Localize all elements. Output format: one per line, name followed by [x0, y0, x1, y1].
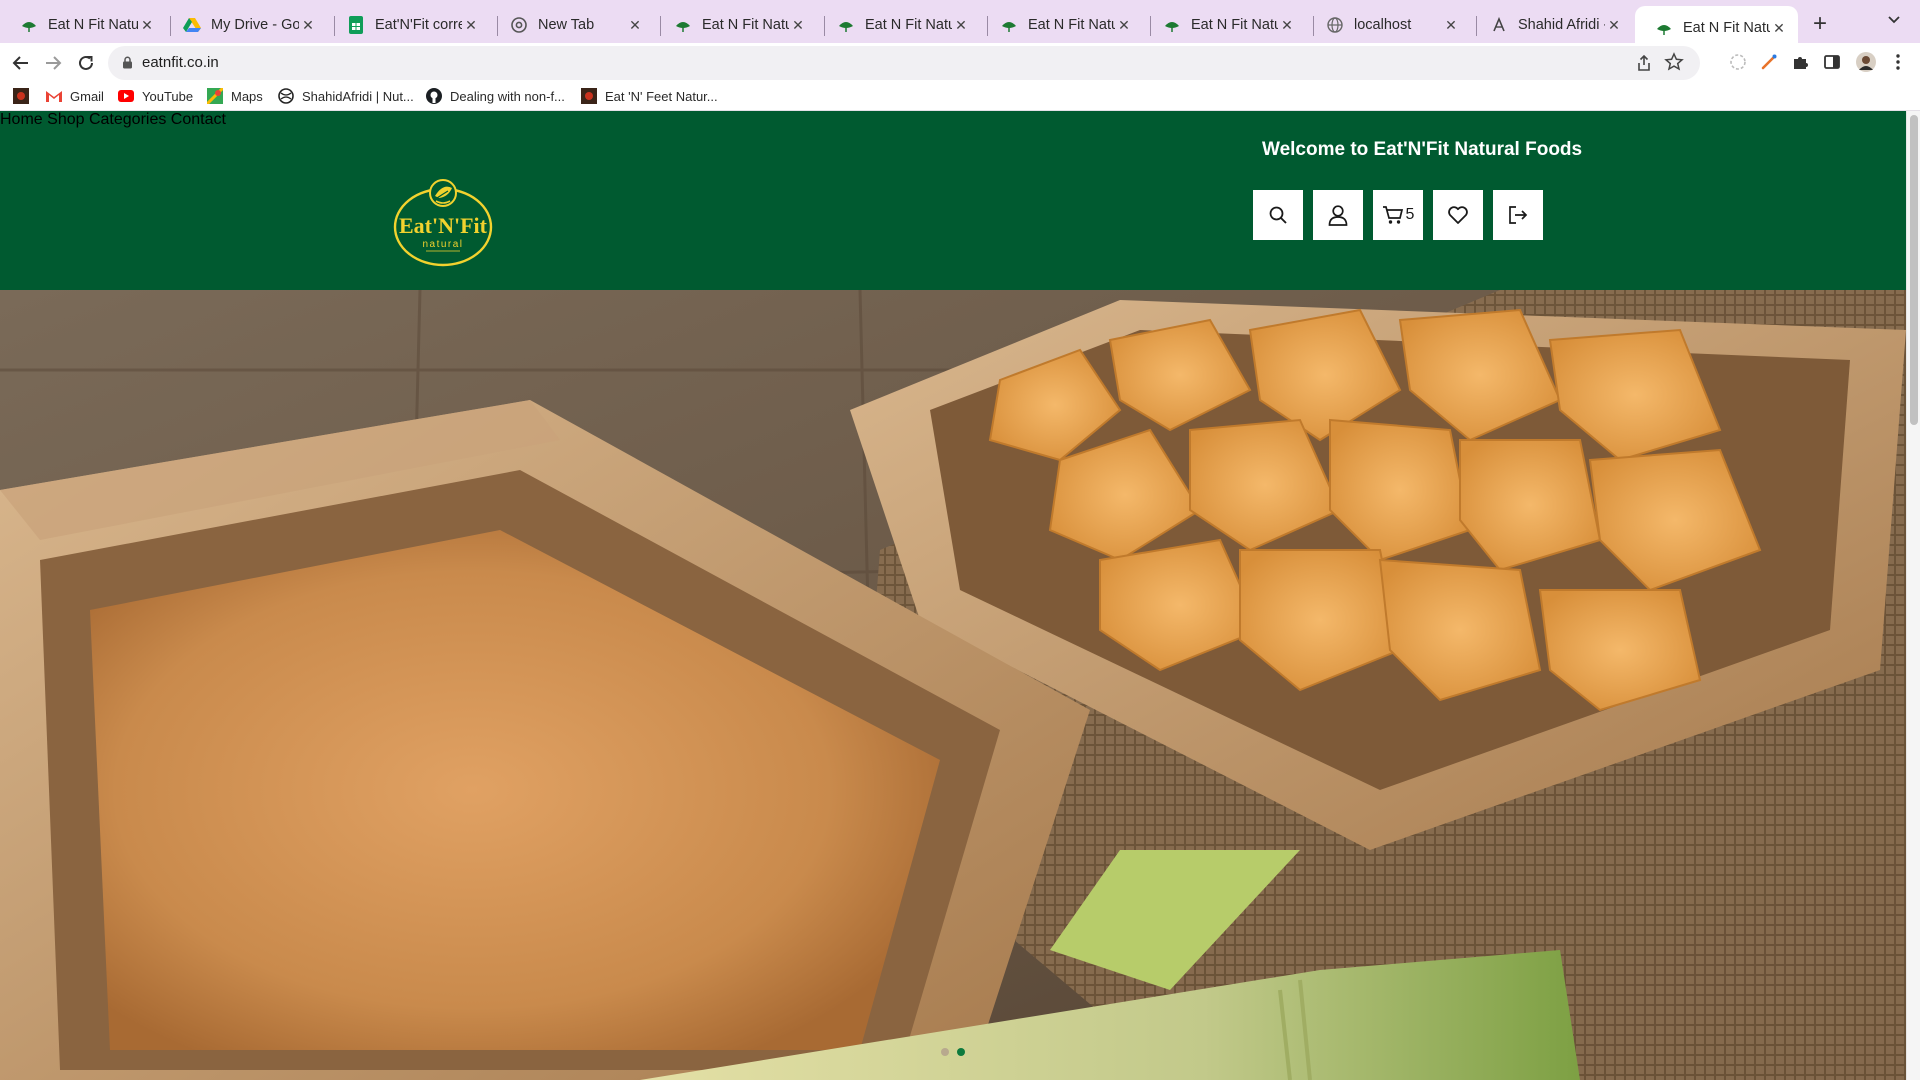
tab-eatnfit-4[interactable]: Eat N Fit Naturals ✕ [980, 8, 1143, 42]
back-button[interactable] [8, 50, 34, 76]
forward-button[interactable] [40, 50, 66, 76]
scrollbar-thumb[interactable] [1910, 115, 1918, 425]
color-picker-extension-icon[interactable] [1759, 52, 1779, 72]
cart-button[interactable]: 5 [1373, 190, 1423, 240]
page-scrollbar[interactable] [1906, 111, 1920, 1080]
leaf-icon [1163, 16, 1181, 34]
reload-button[interactable] [73, 50, 99, 76]
bookmark-star-icon[interactable] [1664, 52, 1684, 77]
welcome-message: Welcome to Eat'N'Fit Natural Foods [1262, 139, 1583, 160]
logout-button[interactable] [1493, 190, 1543, 240]
nav-home[interactable]: Home [0, 111, 43, 128]
tab-localhost[interactable]: localhost ✕ [1306, 8, 1470, 42]
tab-search-button[interactable] [1882, 12, 1906, 36]
tab-eatnfit-5[interactable]: Eat N Fit Naturals ✕ [1143, 8, 1306, 42]
bookmark-youtube[interactable]: YouTube [118, 86, 193, 106]
tab-close-icon[interactable]: ✕ [1770, 20, 1788, 37]
youtube-icon [118, 88, 134, 104]
site-header: Welcome to Eat'N'Fit Natural Foods Eat'N… [0, 111, 1906, 290]
hero-slider [0, 290, 1906, 1080]
slider-dots [941, 1048, 965, 1056]
cart-icon [1382, 206, 1403, 224]
bookmark-eatnfit-square[interactable] [13, 86, 37, 106]
lock-icon[interactable] [122, 56, 133, 74]
google-drive-icon [183, 16, 201, 34]
leaf-icon [837, 16, 855, 34]
reload-icon [79, 55, 93, 70]
user-icon [1328, 205, 1348, 226]
tab-new-tab[interactable]: New Tab ✕ [490, 8, 654, 42]
bookmark-shahidafridi[interactable]: ShahidAfridi | Nut... [278, 86, 414, 106]
browser-toolbar: eatnfit.co.in [0, 43, 1920, 82]
share-icon[interactable] [1636, 54, 1652, 77]
tab-eatnfit-2[interactable]: Eat N Fit Naturals ✕ [654, 8, 817, 42]
slider-dot-1[interactable] [941, 1048, 949, 1056]
address-bar[interactable]: eatnfit.co.in [108, 46, 1700, 80]
bookmark-github[interactable]: Dealing with non-f... [426, 86, 565, 106]
nav-categories[interactable]: Categories [89, 111, 166, 128]
search-icon [1269, 206, 1287, 224]
leaf-icon [674, 16, 692, 34]
maps-icon [207, 88, 223, 104]
side-panel-icon[interactable] [1822, 52, 1842, 72]
bookmark-eatnfeet[interactable]: Eat 'N' Feet Natur... [581, 86, 718, 106]
tab-shahid-afridi[interactable]: Shahid Afridi - Portfolio ✕ [1470, 8, 1633, 42]
wishlist-button[interactable] [1433, 190, 1483, 240]
tab-close-icon[interactable]: ✕ [1115, 17, 1133, 34]
globe-icon [1326, 16, 1344, 34]
leaf-icon [1655, 19, 1673, 37]
signature-icon [1490, 16, 1508, 34]
hero-image-jaggery [0, 290, 1906, 1080]
tab-close-icon[interactable]: ✕ [1442, 17, 1460, 34]
bookmarks-bar: Gmail YouTube Maps ShahidAfridi | Nut...… [0, 82, 1920, 111]
bookmark-gmail[interactable]: Gmail [46, 86, 104, 106]
webpage: Welcome to Eat'N'Fit Natural Foods Eat'N… [0, 111, 1906, 1080]
chrome-icon [510, 16, 528, 34]
extension-loader-icon[interactable] [1728, 52, 1748, 72]
extensions-puzzle-icon[interactable] [1790, 52, 1810, 72]
github-icon [426, 88, 442, 104]
tab-sheets-correction[interactable]: Eat'N'Fit correction ✕ [327, 8, 490, 42]
tab-close-icon[interactable]: ✕ [299, 17, 317, 34]
account-button[interactable] [1313, 190, 1363, 240]
tab-close-icon[interactable]: ✕ [789, 17, 807, 34]
leaf-icon [20, 16, 38, 34]
back-arrow-icon [12, 56, 28, 70]
browser-menu-icon[interactable] [1888, 52, 1908, 72]
tab-eatnfit-1[interactable]: Eat N Fit Naturals ✕ [0, 8, 166, 42]
new-tab-button[interactable]: + [1806, 10, 1834, 38]
tab-close-icon[interactable]: ✕ [138, 17, 156, 34]
tab-close-icon[interactable]: ✕ [1278, 17, 1296, 34]
tab-close-icon[interactable]: ✕ [952, 17, 970, 34]
forward-arrow-icon [46, 56, 62, 70]
logo-brand-text: Eat'N'Fit [399, 213, 488, 238]
eatnfit-bookmark-icon [581, 88, 597, 104]
nav-shop[interactable]: Shop [47, 111, 84, 128]
heart-icon [1448, 206, 1468, 224]
globe-dark-icon [278, 88, 294, 104]
tab-close-icon[interactable]: ✕ [626, 17, 644, 34]
logo-sub-text: natural [422, 239, 463, 250]
tab-close-icon[interactable]: ✕ [462, 17, 480, 34]
sheets-icon [347, 16, 365, 34]
url-text[interactable]: eatnfit.co.in [142, 54, 219, 71]
tab-google-drive[interactable]: My Drive - Google Drive ✕ [163, 8, 327, 42]
search-button[interactable] [1253, 190, 1303, 240]
nav-contact[interactable]: Contact [171, 111, 226, 128]
cart-count-badge: 5 [1405, 206, 1415, 223]
slider-dot-2-active[interactable] [957, 1048, 965, 1056]
leaf-icon [1000, 16, 1018, 34]
site-logo[interactable]: Eat'N'Fit natural [392, 179, 494, 267]
bookmark-maps[interactable]: Maps [207, 86, 263, 106]
eatnfit-bookmark-icon [13, 88, 29, 104]
tab-eatnfit-3[interactable]: Eat N Fit Naturals ✕ [817, 8, 980, 42]
profile-avatar[interactable] [1856, 52, 1876, 72]
main-navigation: Home Shop Categories Contact [0, 111, 1906, 129]
gmail-icon [46, 88, 62, 104]
logout-icon [1509, 206, 1528, 224]
tab-close-icon[interactable]: ✕ [1605, 17, 1623, 34]
